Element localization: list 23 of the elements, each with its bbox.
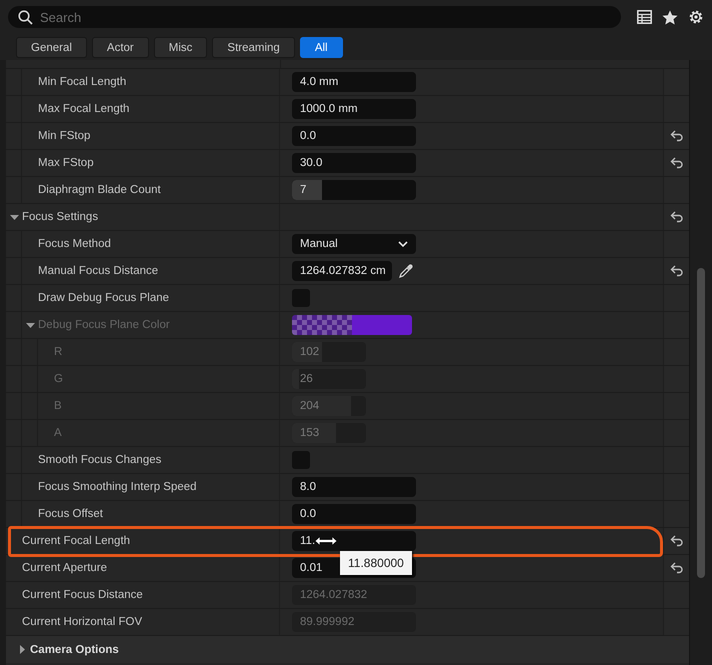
property-label: Focus Method <box>38 238 111 250</box>
property-label: G <box>54 373 63 385</box>
property-label: Manual Focus Distance <box>38 265 158 277</box>
property-label: Debug Focus Plane Color <box>38 319 170 331</box>
property-label: Current Focal Length <box>22 535 130 547</box>
property-label: Min FStop <box>38 130 90 142</box>
readonly-field: 1264.027832 <box>292 585 416 605</box>
readonly-field: 89.999992 <box>292 612 416 632</box>
property-label: Draw Debug Focus Plane <box>38 292 170 304</box>
property-label: R <box>54 346 62 358</box>
property-label: Current Focus Distance <box>22 589 143 601</box>
property-label: Diaphragm Blade Count <box>38 184 161 196</box>
property-label: Max FStop <box>38 157 94 169</box>
property-label: Smooth Focus Changes <box>38 454 162 466</box>
property-label: Min Focal Length <box>38 76 126 88</box>
property-label: B <box>54 400 62 412</box>
property-label: Focus Smoothing Interp Speed <box>38 481 197 493</box>
property-label: Current Horizontal FOV <box>22 616 142 628</box>
property-label: Current Aperture <box>22 562 108 574</box>
tooltip: 11.880000 <box>340 551 412 575</box>
property-label: Max Focal Length <box>38 103 130 115</box>
property-label: A <box>54 427 62 439</box>
property-label: Focus Offset <box>38 508 103 520</box>
